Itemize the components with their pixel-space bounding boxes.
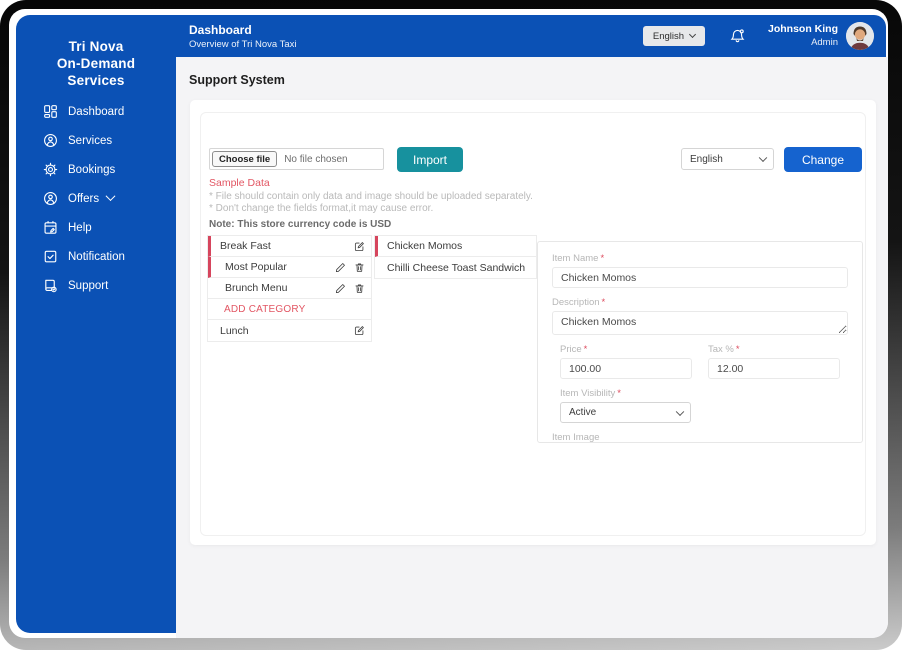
category-row[interactable]: Brunch Menu	[208, 278, 371, 299]
import-file-input[interactable]: Choose file No file chosen	[209, 148, 384, 170]
tax-label: Tax % *	[708, 344, 740, 355]
description-label: Description *	[552, 297, 606, 308]
item-name-input[interactable]	[552, 267, 848, 288]
user-name: Johnson King	[768, 23, 838, 35]
edit-pencil-icon[interactable]	[335, 262, 346, 273]
category-row[interactable]: Break Fast	[208, 236, 371, 257]
header-language-dropdown[interactable]: English	[643, 26, 705, 46]
add-category-button[interactable]: ADD CATEGORY	[208, 299, 371, 320]
sidebar-item-offers[interactable]: Offers	[16, 184, 176, 213]
tax-input[interactable]	[708, 358, 840, 379]
edit-icon[interactable]	[354, 241, 365, 252]
app-window: Tri Nova On-Demand Services Dashboard Se…	[9, 9, 888, 638]
sidebar-item-label: Notification	[68, 250, 125, 263]
required-marker: *	[583, 344, 588, 355]
language-select-wrapper: English	[681, 148, 774, 170]
item-name-label: Item Name *	[552, 253, 605, 264]
topbar: Dashboard Overview of Tri Nova Taxi Engl…	[176, 15, 886, 57]
avatar[interactable]	[846, 22, 874, 50]
add-category-label: ADD CATEGORY	[224, 303, 306, 315]
sidebar-item-label: Bookings	[68, 163, 116, 176]
topbar-titles: Dashboard Overview of Tri Nova Taxi	[189, 23, 297, 50]
item-image-label: Item Image	[552, 432, 600, 443]
import-note: * File should contain only data and imag…	[209, 191, 533, 202]
category-label: Brunch Menu	[225, 282, 288, 294]
required-marker: *	[735, 344, 740, 355]
brand-line: Tri Nova	[68, 39, 124, 54]
delete-trash-icon[interactable]	[354, 262, 365, 273]
user-role: Admin	[811, 37, 838, 48]
menu-item-label: Chicken Momos	[387, 240, 463, 252]
sidebar-item-label: Support	[68, 279, 109, 292]
person-circle-icon	[43, 191, 58, 206]
dashboard-grid-icon	[43, 104, 58, 119]
sample-data-link[interactable]: Sample Data	[209, 177, 270, 189]
brand-line: On-Demand	[56, 56, 136, 71]
menu-item-list: Chicken Momos Chilli Cheese Toast Sandwi…	[374, 235, 537, 279]
sidebar-item-bookings[interactable]: Bookings	[16, 155, 176, 184]
chevron-down-icon	[105, 190, 116, 201]
notification-bell-icon[interactable]	[729, 28, 746, 45]
sidebar-item-services[interactable]: Services	[16, 126, 176, 155]
edit-icon[interactable]	[354, 325, 365, 336]
calendar-icon	[43, 220, 58, 235]
menu-item-row[interactable]: Chicken Momos	[375, 236, 536, 257]
price-input[interactable]	[560, 358, 692, 379]
calendar-check-icon	[43, 249, 58, 264]
change-button[interactable]: Change	[784, 147, 862, 172]
sidebar-item-help[interactable]: Help	[16, 213, 176, 242]
sidebar: Tri Nova On-Demand Services Dashboard Se…	[16, 15, 176, 633]
category-label: Most Popular	[225, 261, 287, 273]
sidebar-item-label: Services	[68, 134, 113, 147]
edit-pencil-icon[interactable]	[335, 283, 346, 294]
language-select[interactable]: English	[681, 148, 774, 170]
page-title: Support System	[189, 73, 285, 87]
gear-icon	[43, 162, 58, 177]
sidebar-item-label: Dashboard	[68, 105, 125, 118]
sidebar-item-label: Help	[68, 221, 92, 234]
sidebar-item-notification[interactable]: Notification	[16, 242, 176, 271]
category-label: Break Fast	[220, 240, 271, 252]
sidebar-item-support[interactable]: Support	[16, 271, 176, 300]
category-row[interactable]: Lunch	[208, 320, 371, 341]
main-content: Support System Choose file No file chose…	[176, 57, 888, 638]
brand-line: Services	[67, 73, 125, 88]
item-visibility-select-wrapper: Active	[560, 402, 691, 423]
person-circle-icon	[43, 133, 58, 148]
required-marker: *	[601, 297, 606, 308]
required-marker: *	[617, 388, 621, 399]
sidebar-item-label: Offers	[68, 192, 100, 205]
required-marker: *	[600, 253, 605, 264]
device-frame: Tri Nova On-Demand Services Dashboard Se…	[0, 0, 902, 650]
category-row[interactable]: Most Popular	[208, 257, 371, 278]
import-note: * Don't change the fields format,it may …	[209, 203, 434, 214]
menu-import-panel: Choose file No file chosen Import Englis…	[200, 112, 866, 536]
menu-item-label: Chilli Cheese Toast Sandwich	[387, 261, 526, 274]
category-list: Break Fast Most Popular Brunch Menu ADD …	[207, 235, 372, 342]
item-form: Item Name* Description* Chicken Momos Pr…	[537, 241, 863, 443]
file-status-text: No file chosen	[284, 153, 348, 165]
topbar-subtitle: Overview of Tri Nova Taxi	[189, 38, 297, 50]
import-button[interactable]: Import	[397, 147, 463, 172]
choose-file-button[interactable]: Choose file	[212, 151, 278, 167]
item-visibility-select[interactable]: Active	[560, 402, 691, 423]
menu-item-row[interactable]: Chilli Cheese Toast Sandwich	[375, 257, 536, 278]
sidebar-item-dashboard[interactable]: Dashboard	[16, 97, 176, 126]
topbar-title: Dashboard	[189, 22, 252, 37]
chevron-down-icon	[689, 30, 697, 39]
currency-note: Note: This store currency code is USD	[209, 219, 392, 230]
brand-logo: Tri Nova On-Demand Services	[16, 15, 176, 89]
description-textarea[interactable]: Chicken Momos	[552, 311, 848, 335]
user-info: Johnson King Admin	[768, 23, 838, 49]
delete-trash-icon[interactable]	[354, 283, 365, 294]
header-language-label: English	[652, 30, 685, 42]
category-label: Lunch	[220, 324, 249, 337]
sidebar-nav: Dashboard Services Bookings Offers Help …	[16, 97, 176, 300]
book-badge-icon	[43, 278, 58, 293]
price-label: Price *	[560, 344, 588, 355]
item-visibility-label: Item Visibility *	[560, 388, 621, 399]
support-card: Choose file No file chosen Import Englis…	[190, 100, 876, 545]
